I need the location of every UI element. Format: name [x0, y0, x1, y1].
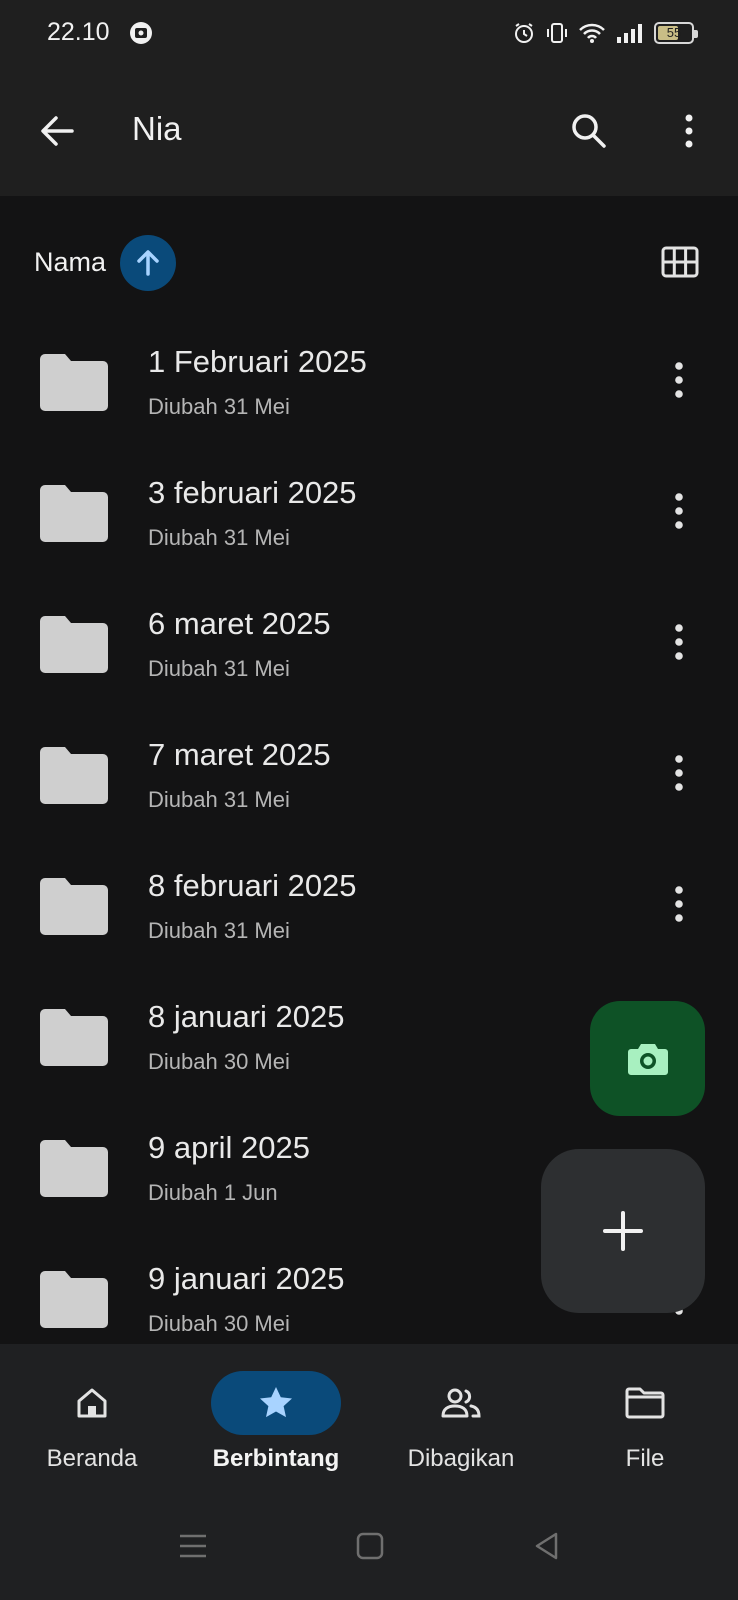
folder-icon — [40, 616, 108, 673]
wifi-icon — [579, 23, 605, 43]
home-button-icon[interactable] — [350, 1526, 390, 1566]
folder-icon — [40, 1140, 108, 1197]
nav-item-beranda[interactable]: Beranda — [27, 1344, 157, 1496]
arrow-up-icon — [137, 250, 159, 276]
plus-icon — [603, 1211, 643, 1251]
status-bar: 22.10 55 — [0, 0, 738, 66]
more-vert-icon — [675, 362, 683, 398]
battery-icon: 55 — [654, 22, 698, 44]
more-vert-icon — [675, 755, 683, 791]
folder-icon — [40, 747, 108, 804]
nav-item-berbintang[interactable]: Berbintang — [211, 1344, 341, 1496]
file-name: 9 januari 2025 — [148, 1261, 345, 1296]
sort-bar: Nama — [0, 196, 738, 326]
star-icon — [260, 1387, 292, 1418]
file-modified: Diubah 31 Mei — [148, 787, 290, 812]
app-notification-icon — [130, 22, 152, 44]
folder-icon — [40, 354, 108, 411]
more-vert-icon — [675, 493, 683, 529]
row-more-button[interactable] — [660, 356, 698, 404]
sort-label[interactable]: Nama — [34, 247, 106, 278]
nav-label: Dibagikan — [407, 1445, 515, 1472]
file-modified: Diubah 30 Mei — [148, 1049, 290, 1074]
more-vert-icon[interactable] — [672, 108, 706, 154]
folder-icon — [40, 1009, 108, 1066]
file-row[interactable]: 6 maret 2025 Diubah 31 Mei — [0, 588, 738, 719]
grid-view-icon[interactable] — [660, 244, 700, 280]
file-name: 8 februari 2025 — [148, 868, 357, 903]
row-more-button[interactable] — [660, 487, 698, 535]
nav-label: Beranda — [46, 1445, 138, 1472]
back-button-icon[interactable] — [527, 1526, 567, 1566]
row-more-button[interactable] — [660, 749, 698, 797]
system-navigation-bar — [0, 1496, 738, 1600]
file-name: 1 Februari 2025 — [148, 344, 367, 379]
home-icon — [77, 1388, 107, 1418]
more-vert-icon — [675, 886, 683, 922]
file-name: 3 februari 2025 — [148, 475, 357, 510]
page-title: Nia — [132, 110, 182, 147]
vibrate-icon — [547, 23, 567, 43]
nav-item-file[interactable]: File — [580, 1344, 710, 1496]
file-row[interactable]: 3 februari 2025 Diubah 31 Mei — [0, 457, 738, 588]
row-more-button[interactable] — [660, 618, 698, 666]
file-modified: Diubah 31 Mei — [148, 656, 290, 681]
battery-level: 55 — [666, 25, 682, 40]
search-icon[interactable] — [566, 108, 612, 154]
camera-icon — [627, 1043, 668, 1075]
signal-icon — [617, 24, 642, 43]
back-arrow-icon[interactable] — [34, 108, 80, 154]
nav-pill — [580, 1371, 710, 1435]
nav-label: Berbintang — [212, 1445, 340, 1472]
file-row[interactable]: 7 maret 2025 Diubah 31 Mei — [0, 719, 738, 850]
file-name: 8 januari 2025 — [148, 999, 345, 1034]
add-new-button[interactable] — [541, 1149, 705, 1313]
nav-pill — [396, 1371, 526, 1435]
file-modified: Diubah 31 Mei — [148, 918, 290, 943]
recent-apps-icon[interactable] — [173, 1526, 213, 1566]
sort-direction-button[interactable] — [120, 235, 176, 291]
file-row[interactable]: 8 februari 2025 Diubah 31 Mei — [0, 850, 738, 981]
camera-scan-button[interactable] — [590, 1001, 705, 1116]
folder-icon — [40, 1271, 108, 1328]
file-name: 9 april 2025 — [148, 1130, 311, 1165]
file-modified: Diubah 1 Jun — [148, 1180, 278, 1205]
file-modified: Diubah 30 Mei — [148, 1311, 290, 1336]
more-vert-icon — [675, 624, 683, 660]
nav-item-dibagikan[interactable]: Dibagikan — [396, 1344, 526, 1496]
nav-pill — [27, 1371, 157, 1435]
app-bar: Nia — [0, 66, 738, 196]
alarm-icon — [515, 23, 533, 43]
status-time: 22.10 — [47, 18, 110, 46]
file-name: 6 maret 2025 — [148, 606, 331, 641]
folder-outline-icon — [625, 1387, 665, 1419]
row-more-button[interactable] — [660, 880, 698, 928]
file-row[interactable]: 1 Februari 2025 Diubah 31 Mei — [0, 326, 738, 457]
folder-icon — [40, 878, 108, 935]
status-icons: 55 — [512, 18, 698, 48]
folder-icon — [40, 485, 108, 542]
nav-label: File — [625, 1445, 665, 1472]
file-modified: Diubah 31 Mei — [148, 525, 290, 550]
bottom-navigation: Beranda Berbintang Dibagikan File — [0, 1344, 738, 1496]
nav-pill-active — [211, 1371, 341, 1435]
people-icon — [441, 1388, 481, 1418]
file-name: 7 maret 2025 — [148, 737, 331, 772]
file-modified: Diubah 31 Mei — [148, 394, 290, 419]
